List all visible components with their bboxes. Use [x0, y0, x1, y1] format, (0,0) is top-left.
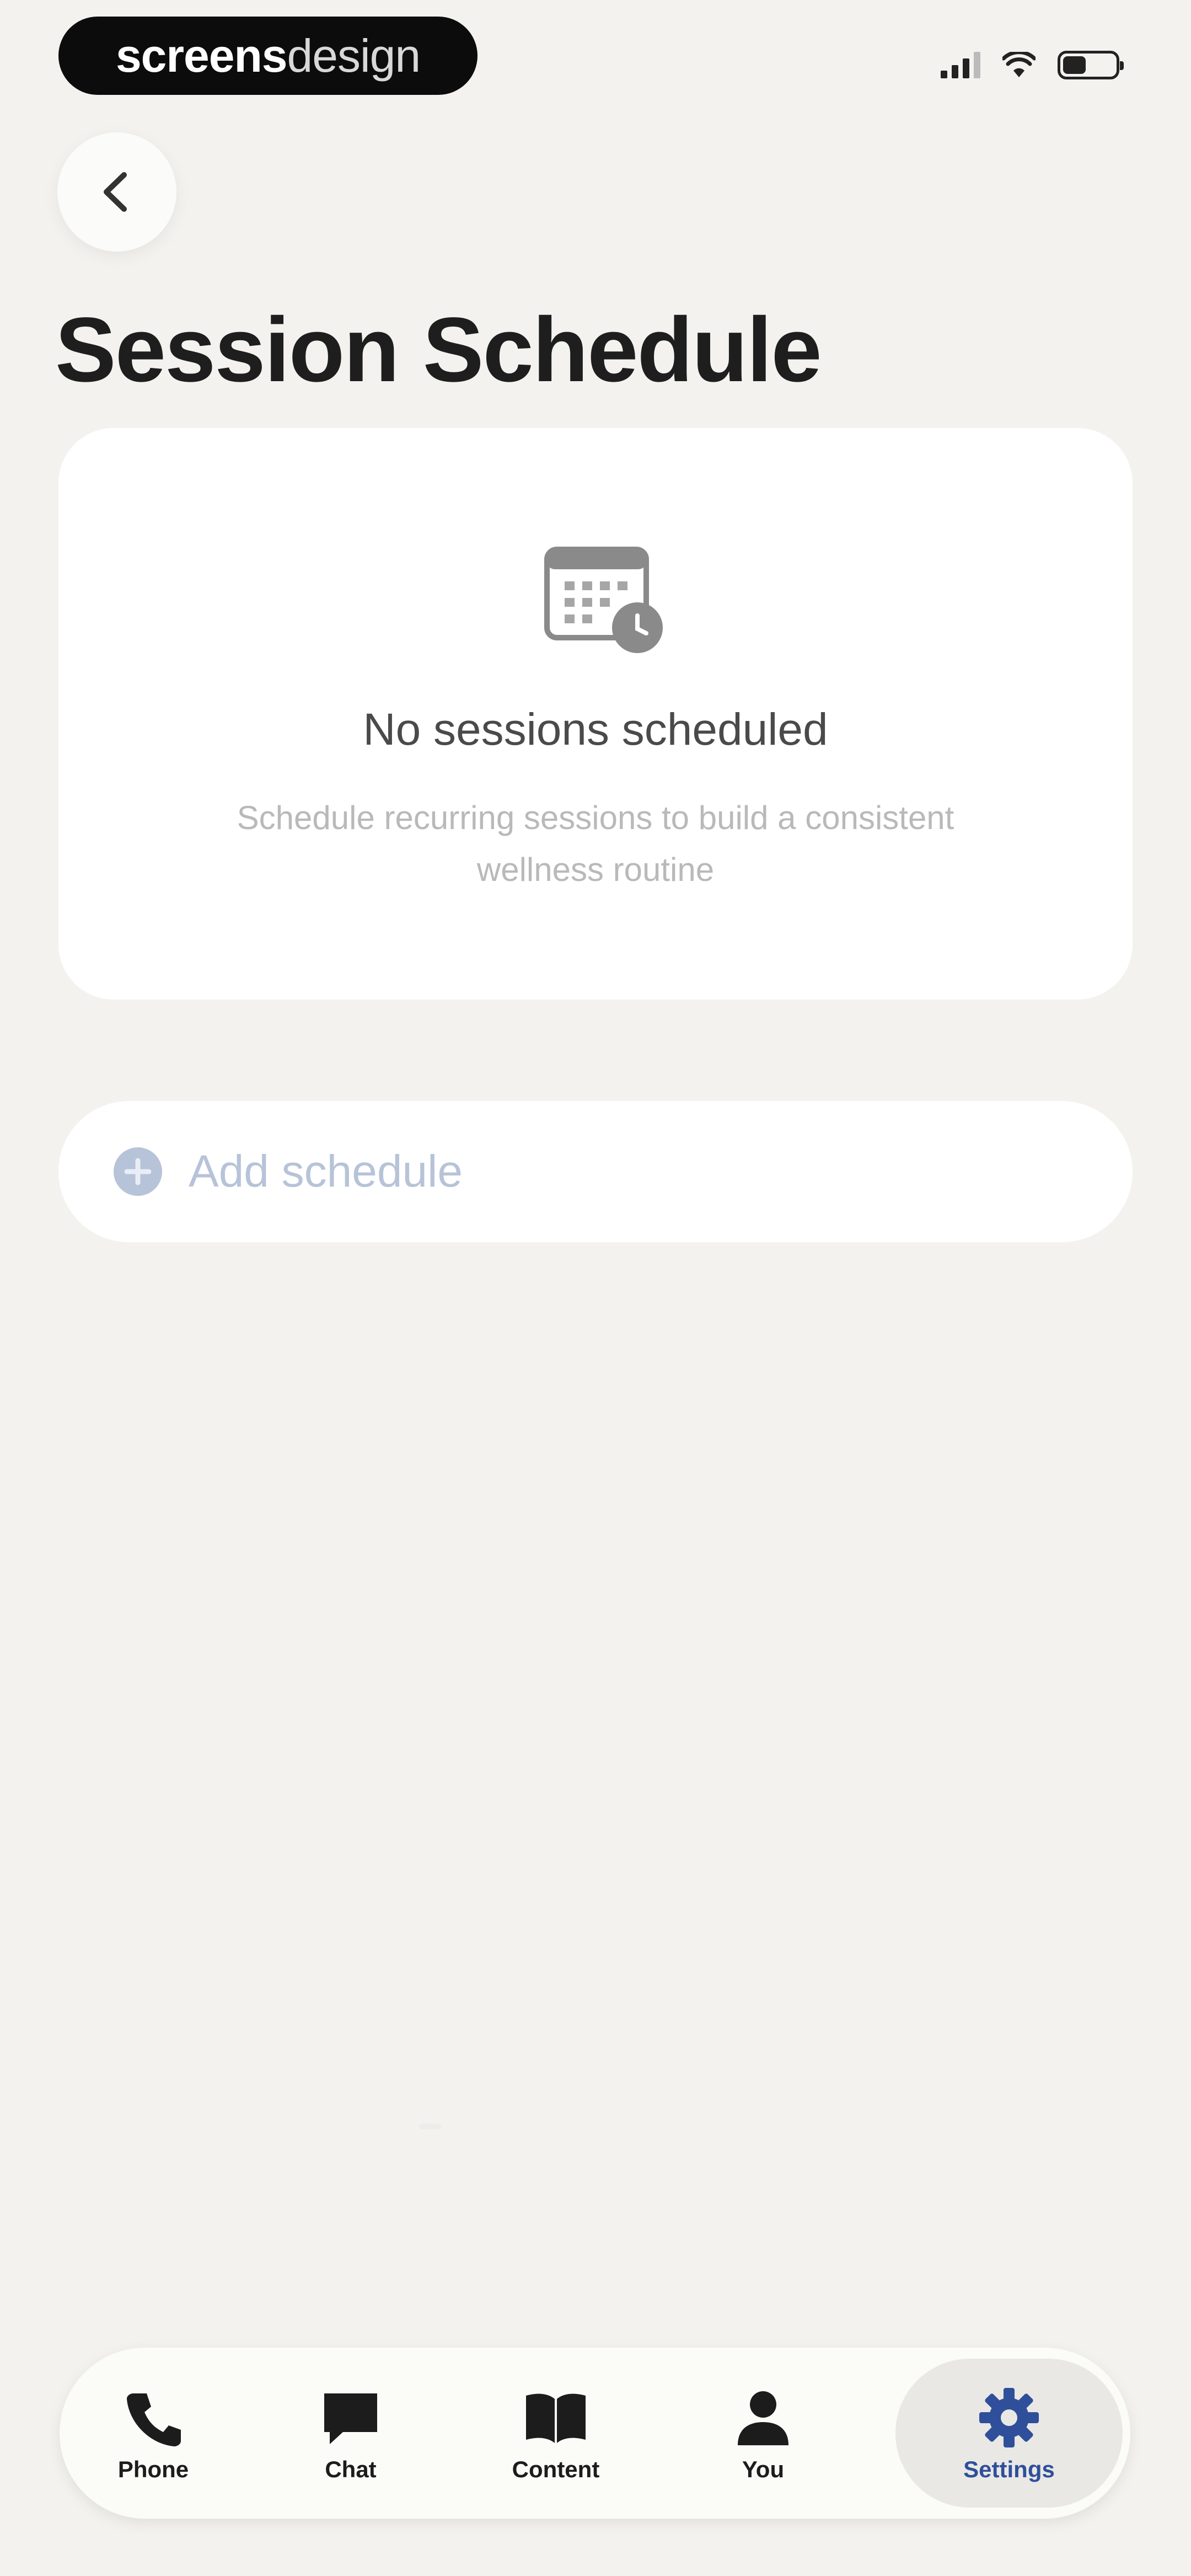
screen: screens design Session Schedule No sessi…	[0, 0, 1191, 2576]
wifi-icon	[1002, 52, 1036, 77]
tab-you-label: You	[742, 2456, 785, 2482]
faint-indicator	[419, 2124, 441, 2129]
tab-bar: Phone Chat Content You Settings	[60, 2348, 1130, 2519]
phone-icon	[127, 2393, 181, 2446]
tab-phone-label: Phone	[117, 2456, 189, 2482]
brand-bold-text: screens	[115, 29, 288, 82]
brand-light-text: design	[287, 29, 421, 82]
tab-settings-label: Settings	[963, 2456, 1055, 2482]
page-title: Session Schedule	[55, 299, 822, 401]
tab-content[interactable]: Content	[457, 2348, 655, 2519]
battery-icon	[1058, 51, 1124, 79]
add-schedule-button[interactable]: Add schedule	[58, 1101, 1133, 1242]
chevron-left-icon	[104, 172, 127, 212]
brand-logo: screens design	[58, 17, 478, 95]
add-schedule-label: Add schedule	[189, 1146, 463, 1196]
tab-settings[interactable]: Settings	[895, 2359, 1123, 2508]
cellular-signal-icon	[941, 52, 980, 78]
tab-chat[interactable]: Chat	[251, 2348, 450, 2519]
book-icon	[526, 2393, 586, 2443]
tab-chat-label: Chat	[325, 2456, 377, 2482]
plus-circle-icon	[114, 1147, 162, 1196]
chat-icon	[324, 2393, 377, 2444]
empty-state-subtitle: Schedule recurring sessions to build a c…	[237, 799, 954, 888]
status-icons	[941, 51, 1124, 79]
tab-phone[interactable]: Phone	[54, 2348, 253, 2519]
back-button[interactable]	[57, 132, 176, 252]
empty-state-card: No sessions scheduled Schedule recurring…	[58, 428, 1133, 1000]
user-icon	[738, 2391, 788, 2445]
calendar-clock-icon	[544, 547, 663, 653]
empty-state-title: No sessions scheduled	[363, 704, 828, 755]
gear-icon	[979, 2388, 1039, 2447]
tab-content-label: Content	[512, 2456, 600, 2482]
tab-you[interactable]: You	[664, 2348, 862, 2519]
